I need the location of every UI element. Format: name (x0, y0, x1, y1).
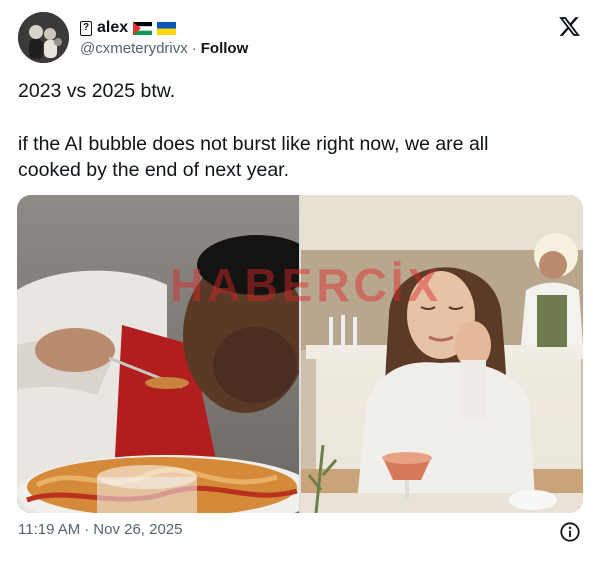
timestamp-time: 11:19 AM (18, 521, 81, 538)
info-icon[interactable] (559, 521, 581, 543)
tweet-text-line-2: if the AI bubble does not burst like rig… (18, 133, 489, 155)
palestine-flag-icon (133, 21, 153, 35)
handle-separator: · (191, 40, 197, 57)
ukraine-flag-icon (157, 21, 177, 35)
timestamp-date: Nov 26, 2025 (93, 521, 183, 538)
follow-button[interactable]: Follow (201, 40, 249, 57)
x-logo-icon[interactable] (557, 15, 582, 38)
author-name-row: ? alex (80, 17, 177, 39)
author-name[interactable]: alex (97, 19, 128, 37)
author-handle-row: @cxmeterydrivx · Follow (80, 40, 248, 57)
timestamp-separator: · (84, 521, 90, 538)
media-image-right[interactable] (301, 195, 583, 513)
tweet-media[interactable] (17, 195, 583, 513)
unknown-glyph-icon: ? (80, 20, 92, 36)
avatar[interactable] (18, 12, 69, 63)
tweet-text-line-3: cooked by the end of next year. (18, 159, 290, 181)
tweet-timestamp[interactable]: 11:19 AM · Nov 26, 2025 (18, 521, 183, 538)
tweet-text-line-1: 2023 vs 2025 btw. (18, 80, 176, 102)
author-handle[interactable]: @cxmeterydrivx (80, 40, 188, 57)
media-image-left[interactable] (17, 195, 299, 513)
